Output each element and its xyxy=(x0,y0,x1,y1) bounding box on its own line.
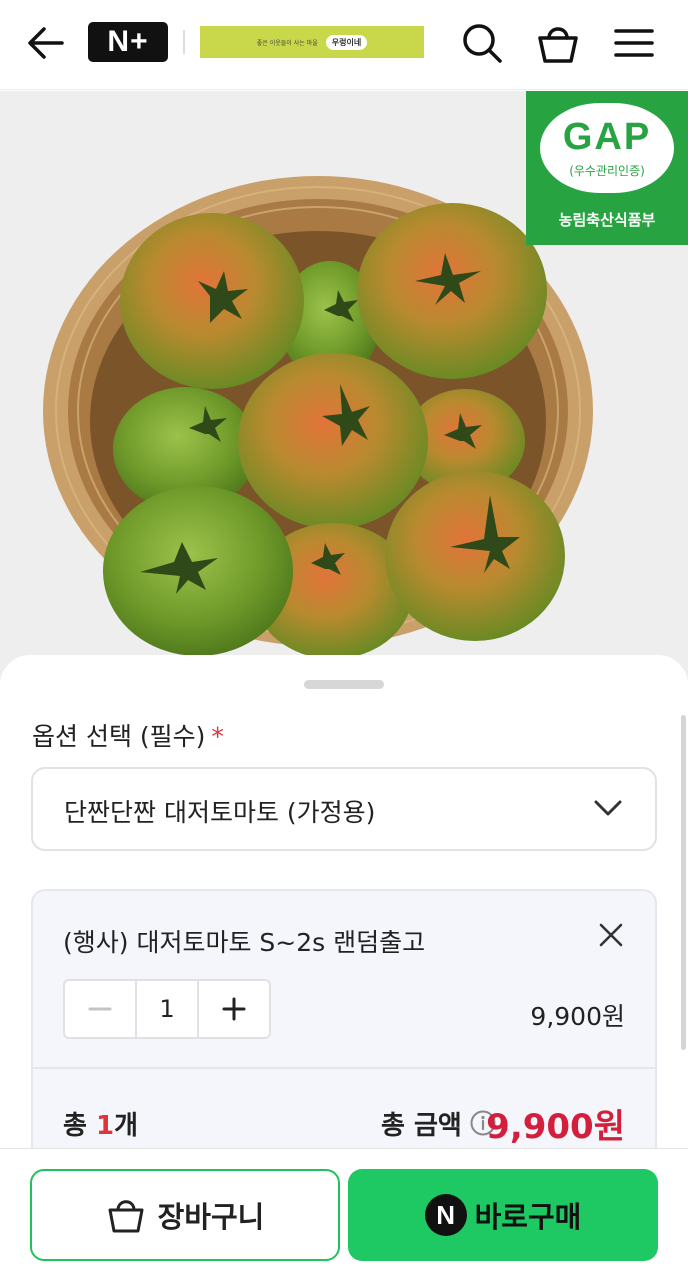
add-to-cart-button[interactable]: 장바구니 xyxy=(30,1169,340,1261)
total-count-number: 1 xyxy=(95,1111,115,1141)
back-button[interactable] xyxy=(22,22,68,64)
total-amount-label: 총 금액 xyxy=(381,1111,462,1141)
option-select[interactable]: 단짠단짠 대저토마토 (가정용) xyxy=(31,767,657,851)
banner-store-logo: 우렁이네 xyxy=(325,34,368,50)
total-count-suffix: 개 xyxy=(114,1111,138,1141)
gap-title: GAP xyxy=(562,115,652,158)
header-divider xyxy=(183,30,185,54)
nplus-logo[interactable]: N+ xyxy=(88,22,168,62)
gap-subtitle: (우수관리인증) xyxy=(569,163,645,178)
search-button[interactable] xyxy=(458,20,506,66)
menu-icon xyxy=(614,29,654,57)
total-count-prefix: 총 xyxy=(63,1111,96,1141)
plus-icon xyxy=(222,997,246,1021)
decrease-button[interactable] xyxy=(65,981,135,1037)
option-label-text: 옵션 선택 (필수) xyxy=(32,722,206,751)
close-icon[interactable] xyxy=(597,921,625,949)
item-name: (행사) 대저토마토 S~2s 랜덤출고 xyxy=(63,928,426,957)
gap-ministry: 농림축산식품부 xyxy=(558,211,656,229)
buy-now-label: 바로구매 xyxy=(474,1200,582,1234)
chevron-down-icon xyxy=(594,800,622,816)
back-arrow-icon xyxy=(28,27,64,59)
nplus-logo-text: N+ xyxy=(107,25,149,58)
product-image[interactable]: GAP (우수관리인증) 농림축산식품부 xyxy=(0,91,688,681)
store-banner[interactable]: 좋은 이웃들이 사는 마을 우렁이네 xyxy=(200,26,424,58)
increase-button[interactable] xyxy=(199,981,269,1037)
add-to-cart-label: 장바구니 xyxy=(157,1200,265,1234)
item-price: 9,900원 xyxy=(530,1002,625,1031)
menu-button[interactable] xyxy=(610,20,658,66)
naverpay-n-icon: N xyxy=(424,1194,467,1236)
shopping-bag-icon xyxy=(108,1200,144,1233)
gap-badge-inner: GAP (우수관리인증) xyxy=(540,103,674,193)
total-amount: 9,900원 xyxy=(486,1107,625,1147)
scrollbar[interactable] xyxy=(681,715,686,1050)
buy-now-button[interactable]: N 바로구매 xyxy=(348,1169,658,1261)
quantity-value[interactable]: 1 xyxy=(135,981,199,1037)
required-mark: * xyxy=(211,722,224,751)
gap-certification-badge: GAP (우수관리인증) 농림축산식품부 xyxy=(526,91,688,245)
search-icon xyxy=(463,24,502,63)
option-label: 옵션 선택 (필수) * xyxy=(32,717,224,753)
banner-tagline: 좋은 이웃들이 사는 마을 xyxy=(256,39,318,47)
top-header: N+ 좋은 이웃들이 사는 마을 우렁이네 xyxy=(0,0,688,90)
purchase-footer: 장바구니 N 바로구매 xyxy=(0,1148,688,1280)
shopping-bag-icon xyxy=(538,27,578,63)
card-divider xyxy=(33,1067,655,1069)
sheet-drag-handle[interactable] xyxy=(304,680,384,689)
cart-button[interactable] xyxy=(534,20,582,66)
quantity-stepper: 1 xyxy=(63,979,271,1039)
minus-icon xyxy=(88,1007,112,1011)
total-count: 총 1개 xyxy=(63,1105,138,1142)
option-selected-value: 단짠단짠 대저토마토 (가정용) xyxy=(64,798,376,827)
